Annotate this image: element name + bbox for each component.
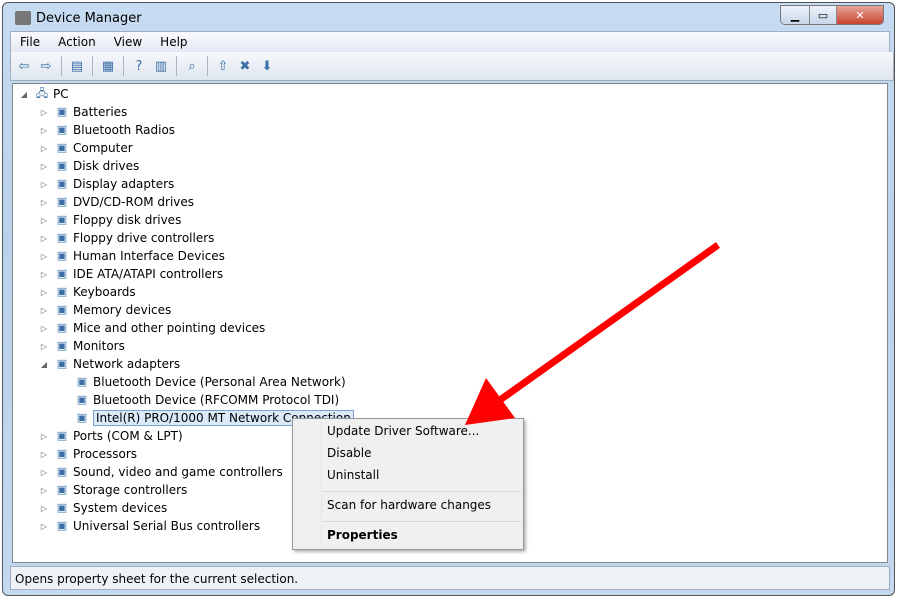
red-arrow-annotation xyxy=(465,242,721,425)
